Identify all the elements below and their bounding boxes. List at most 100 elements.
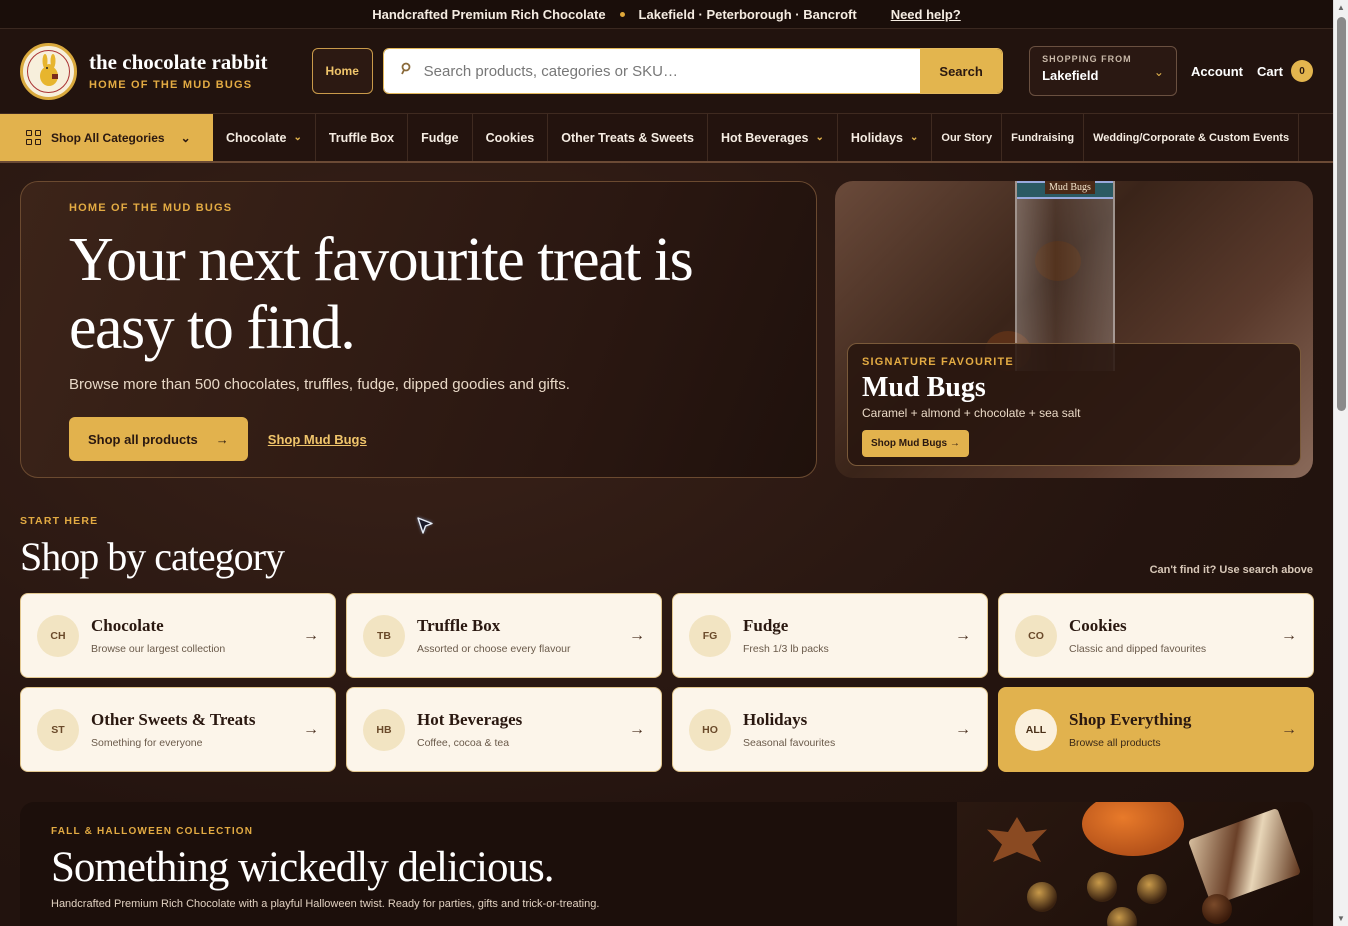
truffle-image [1202, 894, 1232, 924]
nav-item-our-story[interactable]: Our Story [932, 114, 1003, 161]
need-help-link[interactable]: Need help? [891, 7, 961, 22]
scrollbar-thumb[interactable] [1337, 17, 1346, 411]
announcement-locations: Lakefield · Peterborough · Bancroft [638, 6, 857, 22]
nav-item-holidays[interactable]: Holidays ⌄ [838, 114, 933, 161]
scroll-down-icon[interactable]: ▼ [1337, 914, 1345, 923]
featured-shop-button[interactable]: Shop Mud Bugs → [862, 430, 969, 457]
category-eyebrow: START HERE [20, 515, 99, 527]
arrow-right-icon: → [303, 627, 319, 644]
nav-item-custom-events[interactable]: Wedding/Corporate & Custom Events [1084, 114, 1300, 161]
category-section-header: START HERE Shop by category Can't find i… [20, 515, 1313, 580]
brand-logo-link[interactable]: the chocolate rabbit HOME OF THE MUD BUG… [20, 42, 312, 100]
category-desc: Coffee, cocoa & tea [417, 737, 510, 749]
nav-item-cookies[interactable]: Cookies [473, 114, 549, 161]
shop-all-categories-button[interactable]: Shop All Categories ⌄ [0, 114, 213, 161]
brand-title: the chocolate rabbit [89, 50, 268, 75]
page-scrollbar[interactable]: ▲ ▼ [1333, 0, 1348, 926]
page-viewport: Handcrafted Premium Rich Chocolate Lakef… [0, 0, 1333, 926]
leaf-image [987, 817, 1047, 862]
category-card-shop-everything[interactable]: ALL Shop Everything Browse all products → [998, 687, 1314, 772]
announcement-bar: Handcrafted Premium Rich Chocolate Lakef… [0, 0, 1333, 29]
arrow-right-icon: → [215, 431, 229, 447]
category-name: Other Sweets & Treats [91, 710, 256, 729]
nav-item-truffle-box[interactable]: Truffle Box [316, 114, 409, 161]
hero-title: Your next favourite treat is easy to fin… [69, 226, 694, 362]
category-abbr: CO [1015, 614, 1057, 657]
category-abbr: HB [363, 708, 405, 751]
nav-item-label: Holidays [850, 130, 904, 145]
truffle-image [1137, 874, 1167, 904]
nav-item-label: Chocolate [226, 130, 287, 145]
search-bar: Search products, categories or SKU… Sear… [382, 48, 1004, 94]
chevron-down-icon: ⌄ [815, 132, 824, 143]
category-card-hot-beverages[interactable]: HB Hot Beverages Coffee, cocoa & tea → [346, 687, 662, 772]
halloween-image [957, 802, 1313, 926]
category-desc: Assorted or choose every flavour [417, 643, 571, 655]
chevron-down-icon: ⌄ [1153, 65, 1164, 79]
search-placeholder: Search products, categories or SKU… [423, 62, 678, 80]
shop-all-products-button[interactable]: Shop all products → [69, 417, 248, 461]
nav-item-other-treats[interactable]: Other Treats & Sweets [548, 114, 708, 161]
category-desc: Something for everyone [91, 737, 203, 749]
separator-dot [619, 11, 625, 17]
cart-count-badge: 0 [1291, 60, 1313, 82]
featured-eyebrow: SIGNATURE FAVOURITE [862, 356, 1014, 368]
nav-item-label: Fudge [421, 130, 459, 145]
nav-item-fundraising[interactable]: Fundraising [1002, 114, 1085, 161]
nav-item-label: Hot Beverages [720, 130, 809, 145]
store-location-label: SHOPPING FROM [1042, 54, 1132, 64]
nav-item-chocolate[interactable]: Chocolate ⌄ [213, 114, 316, 161]
category-desc: Fresh 1/3 lb packs [743, 643, 829, 655]
featured-desc: Caramel + almond + chocolate + sea salt [862, 406, 1081, 420]
category-card-holidays[interactable]: HO Holidays Seasonal favourites → [672, 687, 988, 772]
cart-link[interactable]: Cart 0 [1257, 60, 1313, 82]
shop-all-categories-label: Shop All Categories [51, 130, 165, 145]
shop-all-products-label: Shop all products [88, 431, 198, 447]
category-card-other-sweets[interactable]: ST Other Sweets & Treats Something for ev… [20, 687, 336, 772]
category-desc: Seasonal favourites [743, 737, 836, 749]
scroll-up-icon[interactable]: ▲ [1337, 3, 1345, 12]
featured-title: Mud Bugs [862, 372, 986, 403]
halloween-banner[interactable]: FALL & HALLOWEEN COLLECTION Something wi… [20, 802, 1313, 926]
arrow-right-icon: → [955, 721, 971, 738]
category-abbr: CH [37, 614, 79, 657]
store-location-value: Lakefield [1042, 68, 1099, 83]
hero-panel: HOME OF THE MUD BUGS Your next favourite… [20, 181, 817, 478]
category-name: Cookies [1069, 616, 1127, 635]
nav-item-label: Other Treats & Sweets [561, 130, 694, 145]
category-name: Chocolate [91, 616, 164, 635]
category-abbr: TB [363, 614, 405, 657]
category-desc: Classic and dipped favourites [1069, 643, 1207, 655]
search-input[interactable]: Search products, categories or SKU… [383, 49, 921, 93]
site-header: the chocolate rabbit HOME OF THE MUD BUG… [0, 29, 1333, 114]
account-link[interactable]: Account [1191, 64, 1243, 79]
mouse-cursor-icon [417, 517, 433, 534]
arrow-right-icon: → [629, 627, 645, 644]
pumpkin-image [1082, 802, 1184, 856]
shop-mud-bugs-link[interactable]: Shop Mud Bugs [268, 432, 367, 447]
nav-item-label: Our Story [941, 131, 993, 144]
featured-product-card[interactable]: Mud Bugs SIGNATURE FAVOURITE Mud Bugs Ca… [835, 181, 1313, 478]
arrow-right-icon: → [955, 627, 971, 644]
nav-item-fudge[interactable]: Fudge [408, 114, 473, 161]
arrow-right-icon: → [629, 721, 645, 738]
arrow-right-icon: → [1281, 721, 1297, 738]
category-title: Shop by category [20, 534, 285, 579]
chevron-down-icon: ⌄ [910, 132, 919, 143]
category-name: Holidays [743, 710, 808, 729]
category-abbr: ST [37, 708, 79, 751]
category-card-truffle-box[interactable]: TB Truffle Box Assorted or choose every f… [346, 593, 662, 678]
category-card-fudge[interactable]: FG Fudge Fresh 1/3 lb packs → [672, 593, 988, 678]
category-card-cookies[interactable]: CO Cookies Classic and dipped favourites … [998, 593, 1314, 678]
category-name: Fudge [743, 616, 789, 635]
home-button[interactable]: Home [311, 48, 373, 94]
category-card-chocolate[interactable]: CH Chocolate Browse our largest collectio… [20, 593, 336, 678]
search-button[interactable]: Search [920, 49, 1003, 93]
nav-item-hot-beverages[interactable]: Hot Beverages ⌄ [708, 114, 838, 161]
cart-label: Cart [1256, 63, 1283, 79]
jar-label: Mud Bugs [1045, 181, 1095, 194]
store-location-select[interactable]: SHOPPING FROM Lakefield ⌄ [1029, 46, 1177, 96]
nav-item-label: Truffle Box [328, 130, 395, 145]
category-name: Shop Everything [1069, 710, 1192, 729]
category-name: Truffle Box [417, 616, 501, 635]
